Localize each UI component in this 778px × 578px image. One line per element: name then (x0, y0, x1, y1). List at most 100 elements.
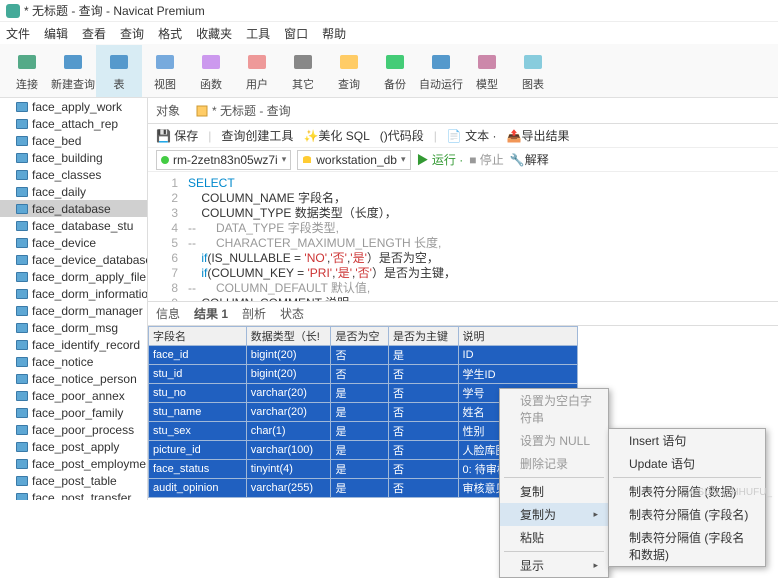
tool-其它[interactable]: 其它 (280, 45, 326, 97)
tool-新建查询[interactable]: 新建查询 (50, 45, 96, 97)
table-icon (16, 425, 28, 435)
menu-item[interactable]: 制表符分隔值 (字段名和数据) (609, 526, 765, 566)
context-menu[interactable]: 设置为空白字符串设置为 NULL删除记录复制复制为▸粘贴显示▸ (499, 388, 609, 578)
main-toolbar: 连接新建查询表视图函数用户其它查询备份自动运行模型图表 (0, 44, 778, 98)
query-toolbar: 💾 保存 | 查询创建工具 ✨美化 SQL ()代码段 | 📄 文本 · 📤导出… (148, 124, 778, 148)
menu-item[interactable]: 显示▸ (500, 554, 608, 577)
menu-窗口[interactable]: 窗口 (284, 25, 308, 42)
table-icon (16, 102, 28, 112)
tree-item[interactable]: face_post_table (0, 472, 147, 489)
menu-工具[interactable]: 工具 (246, 25, 270, 42)
menu-收藏夹[interactable]: 收藏夹 (196, 25, 232, 42)
result-tab[interactable]: 信息 (156, 305, 180, 322)
table-row[interactable]: face_idbigint(20)否是ID (149, 346, 578, 365)
builder-button[interactable]: 查询创建工具 (221, 127, 293, 144)
tool-函数[interactable]: 函数 (188, 45, 234, 97)
tool-视图[interactable]: 视图 (142, 45, 188, 97)
tool-模型[interactable]: 模型 (464, 45, 510, 97)
tree-item[interactable]: face_classes (0, 166, 147, 183)
explain-button[interactable]: 🔧解释 (510, 151, 549, 168)
table-icon (16, 374, 28, 384)
menu-帮助[interactable]: 帮助 (322, 25, 346, 42)
menu-查询[interactable]: 查询 (120, 25, 144, 42)
menu-格式[interactable]: 格式 (158, 25, 182, 42)
title-bar: * 无标题 - 查询 - Navicat Premium (0, 0, 778, 22)
tree-item[interactable]: face_database_stu (0, 217, 147, 234)
tool-icon (61, 50, 85, 74)
table-icon (16, 170, 28, 180)
tree-item[interactable]: face_daily (0, 183, 147, 200)
table-icon (16, 255, 28, 265)
beautify-button[interactable]: ✨美化 SQL (303, 127, 369, 144)
result-tab[interactable]: 剖析 (242, 305, 266, 322)
tree-item[interactable]: face_identify_record (0, 336, 147, 353)
sql-editor[interactable]: 1SELECT2 COLUMN_NAME 字段名，3 COLUMN_TYPE 数… (148, 172, 778, 302)
tool-icon (245, 50, 269, 74)
column-header[interactable]: 字段名 (149, 327, 247, 346)
table-icon (16, 493, 28, 501)
tree-item[interactable]: face_post_employmen (0, 455, 147, 472)
tool-icon (107, 50, 131, 74)
tree-item[interactable]: face_dorm_information (0, 285, 147, 302)
menu-item[interactable]: 复制为▸ (500, 503, 608, 526)
tool-自动运行[interactable]: 自动运行 (418, 45, 464, 97)
tree-item[interactable]: face_post_transfer (0, 489, 147, 500)
tree-item[interactable]: face_post_apply (0, 438, 147, 455)
tree-item[interactable]: face_device_database (0, 251, 147, 268)
tree-item[interactable]: face_notice_person (0, 370, 147, 387)
tree-item[interactable]: face_database (0, 200, 147, 217)
tool-备份[interactable]: 备份 (372, 45, 418, 97)
tree-item[interactable]: face_attach_rep (0, 115, 147, 132)
table-row[interactable]: stu_idbigint(20)否否学生ID (149, 365, 578, 384)
snippet-button[interactable]: ()代码段 (380, 127, 424, 144)
save-button[interactable]: 💾 保存 (156, 127, 198, 144)
object-tree[interactable]: face_apply_workface_attach_repface_bedfa… (0, 98, 148, 500)
tool-icon (521, 50, 545, 74)
tool-icon (153, 50, 177, 74)
tool-icon (475, 50, 499, 74)
tree-item[interactable]: face_poor_process (0, 421, 147, 438)
table-icon (16, 289, 28, 299)
tab-objects[interactable]: 对象 (156, 102, 180, 119)
column-header[interactable]: 是否为空 (331, 327, 389, 346)
tree-item[interactable]: face_poor_family (0, 404, 147, 421)
tree-item[interactable]: face_dorm_manager (0, 302, 147, 319)
tool-连接[interactable]: 连接 (4, 45, 50, 97)
tree-item[interactable]: face_device (0, 234, 147, 251)
column-header[interactable]: 说明 (458, 327, 577, 346)
column-header[interactable]: 数据类型（长! (246, 327, 331, 346)
database-select[interactable]: workstation_db▾ (297, 150, 410, 170)
text-button[interactable]: 📄 文本 · (447, 127, 497, 144)
table-icon (16, 204, 28, 214)
menu-item[interactable]: 制表符分隔值 (字段名) (609, 503, 765, 526)
menu-查看[interactable]: 查看 (82, 25, 106, 42)
tool-图表[interactable]: 图表 (510, 45, 556, 97)
menu-编辑[interactable]: 编辑 (44, 25, 68, 42)
app-icon (6, 4, 20, 18)
tool-用户[interactable]: 用户 (234, 45, 280, 97)
tree-item[interactable]: face_dorm_apply_file (0, 268, 147, 285)
column-header[interactable]: 是否为主键 (389, 327, 458, 346)
table-icon (16, 306, 28, 316)
table-icon (16, 340, 28, 350)
server-select[interactable]: rm-2zetn83n05wz7i▾ (156, 150, 291, 170)
result-tab[interactable]: 结果 1 (194, 305, 228, 322)
tree-item[interactable]: face_dorm_msg (0, 319, 147, 336)
tree-item[interactable]: face_apply_work (0, 98, 147, 115)
export-button[interactable]: 📤导出结果 (507, 127, 570, 144)
menu-文件[interactable]: 文件 (6, 25, 30, 42)
tool-icon (337, 50, 361, 74)
tool-表[interactable]: 表 (96, 45, 142, 97)
tree-item[interactable]: face_notice (0, 353, 147, 370)
menu-item[interactable]: 粘贴 (500, 526, 608, 549)
result-tab[interactable]: 状态 (280, 305, 304, 322)
menu-item[interactable]: Insert 语句 (609, 429, 765, 452)
table-icon (16, 119, 28, 129)
run-button[interactable]: ▶ 运行 · (417, 151, 464, 168)
tree-item[interactable]: face_poor_annex (0, 387, 147, 404)
tool-查询[interactable]: 查询 (326, 45, 372, 97)
tab-query[interactable]: * 无标题 - 查询 (196, 102, 291, 119)
menu-item[interactable]: Update 语句 (609, 452, 765, 475)
tree-item[interactable]: face_building (0, 149, 147, 166)
tree-item[interactable]: face_bed (0, 132, 147, 149)
